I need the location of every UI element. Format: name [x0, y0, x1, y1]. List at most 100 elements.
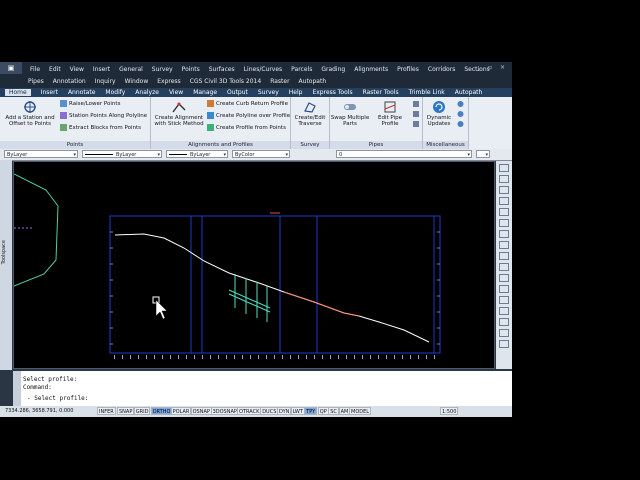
scale-tool-icon[interactable] [499, 274, 509, 282]
extend-tool-icon[interactable] [499, 296, 509, 304]
properties-tool-icon[interactable] [499, 340, 509, 348]
menu-item-10[interactable]: Grading [321, 66, 345, 73]
menu-item-row2-0[interactable]: Pipes [28, 78, 44, 85]
status-snap-toggle[interactable]: SNAP [117, 407, 135, 415]
zoom-tool-icon[interactable] [499, 164, 509, 172]
add-station-offset-button[interactable]: Add a Station and Offset to Points [2, 100, 58, 127]
menu-item-2[interactable]: View [70, 66, 84, 73]
menu-item-1[interactable]: Edit [49, 66, 61, 73]
raise-lower-points-label: Raise/Lower Points [69, 100, 121, 107]
menu-item-row2-4[interactable]: Express [157, 78, 180, 85]
menu-item-6[interactable]: Points [182, 66, 200, 73]
offset-tool-icon[interactable] [499, 307, 509, 315]
tab-raster-tools[interactable]: Raster Tools [363, 89, 399, 96]
polyline-tool-icon[interactable] [499, 197, 509, 205]
raise-lower-points-button[interactable]: Raise/Lower Points [60, 99, 120, 108]
menu-item-8[interactable]: Lines/Curves [244, 66, 282, 73]
extract-blocks-button[interactable]: Extract Blocks from Points [60, 123, 141, 132]
tab-modify[interactable]: Modify [105, 89, 125, 96]
create-alignment-stick-button[interactable]: Create Alignment with Stick Method [153, 100, 205, 127]
tab-view[interactable]: View [169, 89, 183, 96]
trim-tool-icon[interactable] [499, 285, 509, 293]
tab-insert[interactable]: Insert [41, 89, 58, 96]
status-3dosnap-toggle[interactable]: 3DOSNAP [210, 407, 239, 415]
status-sc-toggle[interactable]: SC [328, 407, 339, 415]
tab-help[interactable]: Help [289, 89, 303, 96]
arc-tool-icon[interactable] [499, 219, 509, 227]
create-profile-from-points-button[interactable]: Create Profile from Points [207, 123, 286, 132]
tab-autopath[interactable]: Autopath [455, 89, 483, 96]
status-tpy-toggle[interactable]: TPY [304, 407, 318, 415]
swap-multiple-parts-button[interactable]: Swap Multiple Parts [330, 100, 370, 127]
tab-survey[interactable]: Survey [258, 89, 279, 96]
menu-item-5[interactable]: Survey [152, 66, 173, 73]
menu-item-row2-2[interactable]: Inquiry [95, 78, 116, 85]
station-points-along-polyline-button[interactable]: Station Points Along Polyline [60, 111, 147, 120]
tab-output[interactable]: Output [227, 89, 248, 96]
menu-item-0[interactable]: File [30, 66, 40, 73]
menu-item-11[interactable]: Alignments [354, 66, 388, 73]
crosshair-cursor [152, 296, 168, 320]
command-prompt[interactable]: - Select profile: [27, 395, 88, 402]
menu-item-12[interactable]: Profiles [397, 66, 419, 73]
line-tool-icon[interactable] [499, 186, 509, 194]
menu-item-row2-7[interactable]: Autopath [299, 78, 327, 85]
create-edit-traverse-button[interactable]: Create/Edit Traverse [292, 100, 328, 127]
status-grid-toggle[interactable]: GRID [133, 407, 151, 415]
menu-item-9[interactable]: Parcels [291, 66, 312, 73]
status-ducs-toggle[interactable]: DUCS [260, 407, 279, 415]
menu-item-row2-6[interactable]: Raster [270, 78, 289, 85]
status-infer-toggle[interactable]: INFER [97, 407, 116, 415]
misc-extra-tools[interactable] [455, 100, 465, 132]
layer-state-button[interactable] [476, 150, 490, 158]
rotate-tool-icon[interactable] [499, 263, 509, 271]
window-controls[interactable]: _ ▫ × [477, 64, 508, 71]
command-window-handle[interactable] [13, 371, 21, 406]
toolspace-strip[interactable]: Toolspace [0, 160, 12, 370]
menu-item-7[interactable]: Surfaces [209, 66, 235, 73]
tab-analyze[interactable]: Analyze [135, 89, 159, 96]
plotstyle-combo[interactable]: ByColor [232, 150, 290, 158]
command-window[interactable]: Select profile: Command: - Select profil… [13, 371, 512, 406]
layer-combo[interactable]: 0 [336, 150, 472, 158]
status-otrack-toggle[interactable]: OTRACK [237, 407, 262, 415]
rectangle-tool-icon[interactable] [499, 230, 509, 238]
menu-item-13[interactable]: Corridors [428, 66, 455, 73]
tab-trimble-link[interactable]: Trimble Link [409, 89, 445, 96]
status-dyn-toggle[interactable]: DYN [277, 407, 292, 415]
tab-express-tools[interactable]: Express Tools [312, 89, 352, 96]
menu-item-row2-1[interactable]: Annotation [53, 78, 86, 85]
annotation-scale[interactable]: 1:500 [440, 407, 459, 415]
points-panel: Add a Station and Offset to Points Raise… [0, 97, 151, 149]
status-lwt-toggle[interactable]: LWT [290, 407, 305, 415]
tab-home[interactable]: Home [5, 89, 31, 96]
menu-item-row2-5[interactable]: CGS Civil 3D Tools 2014 [190, 78, 262, 85]
menu-item-3[interactable]: Insert [93, 66, 110, 73]
fillet-tool-icon[interactable] [499, 318, 509, 326]
drawing-canvas[interactable] [13, 161, 495, 369]
status-qp-toggle[interactable]: QP [317, 407, 329, 415]
tab-manage[interactable]: Manage [193, 89, 217, 96]
dynamic-updates-button[interactable]: Dynamic Updates [425, 100, 453, 127]
status-osnap-toggle[interactable]: OSNAP [190, 407, 212, 415]
lineweight-combo[interactable]: ByLayer [166, 150, 228, 158]
tab-annotate[interactable]: Annotate [68, 89, 95, 96]
color-combo[interactable]: ByLayer [4, 150, 78, 158]
copy-tool-icon[interactable] [499, 252, 509, 260]
create-curb-return-profile-button[interactable]: Create Curb Return Profile [207, 99, 288, 108]
application-menu-button[interactable]: ▣ [0, 62, 22, 74]
pipes-extra-tools[interactable] [411, 100, 420, 132]
circle-tool-icon[interactable] [499, 208, 509, 216]
edit-pipe-profile-button[interactable]: Edit Pipe Profile [372, 100, 408, 127]
status-model-toggle[interactable]: MODEL [349, 407, 372, 415]
pan-tool-icon[interactable] [499, 175, 509, 183]
explode-tool-icon[interactable] [499, 329, 509, 337]
menu-item-4[interactable]: General [119, 66, 143, 73]
status-ortho-toggle[interactable]: ORTHO [150, 407, 173, 415]
alignments-profiles-panel: Create Alignment with Stick Method Creat… [151, 97, 291, 149]
create-polyline-over-profile-button[interactable]: Create Polyline over Profile [207, 111, 290, 120]
menu-item-row2-3[interactable]: Window [125, 78, 149, 85]
status-polar-toggle[interactable]: POLAR [170, 407, 192, 415]
linetype-combo[interactable]: ByLayer [82, 150, 162, 158]
move-tool-icon[interactable] [499, 241, 509, 249]
